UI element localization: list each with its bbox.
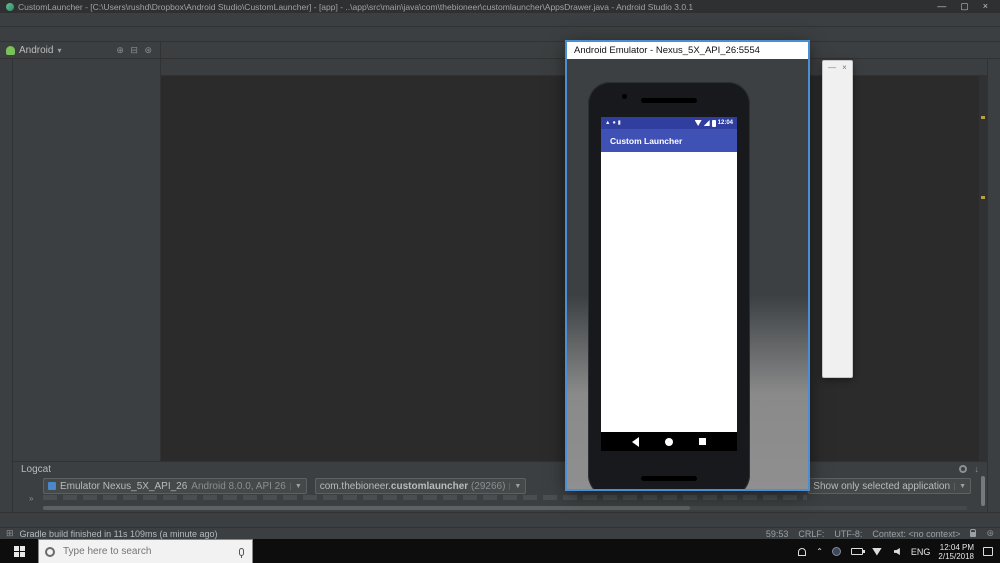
- phone-skin: ▲ ● ▮ 12:04 Custom Launcher: [588, 82, 750, 489]
- battery-icon[interactable]: [851, 548, 863, 555]
- phone-screen: ▲ ● ▮ 12:04 Custom Launcher: [601, 117, 737, 451]
- minimize-button[interactable]: —: [937, 1, 946, 12]
- system-tray: ⌃ ENG 12:04 PM2/15/2018: [796, 543, 1000, 561]
- wifi-icon[interactable]: [872, 548, 882, 556]
- phone-camera: [622, 94, 627, 99]
- taskbar-search[interactable]: [38, 539, 253, 563]
- process-name: customlauncher: [391, 481, 468, 492]
- log-fold-chevron-icon: »: [29, 494, 33, 503]
- device-dropdown[interactable]: Emulator Nexus_5X_API_26 Android 8.0.0, …: [43, 478, 307, 494]
- app-list: [601, 152, 737, 432]
- right-tool-strip: [987, 59, 1000, 512]
- overview-nav-icon[interactable]: [699, 438, 706, 445]
- logcat-export-icon[interactable]: ↓: [975, 464, 980, 474]
- project-view-selector[interactable]: Android ▾ ⊕ ⊟ ⊛: [0, 42, 161, 58]
- volume-icon[interactable]: [894, 548, 900, 555]
- start-button[interactable]: [0, 539, 38, 563]
- wifi-status-icon: [695, 120, 702, 126]
- tabs-row: Android ▾ ⊕ ⊟ ⊛: [0, 42, 1000, 59]
- file-encoding[interactable]: UTF-8:: [834, 529, 862, 539]
- caret-position[interactable]: 59:53: [766, 529, 789, 539]
- close-button[interactable]: ×: [983, 1, 988, 12]
- maximize-button[interactable]: ▢: [960, 1, 969, 12]
- device-info: Android 8.0.0, API 26: [191, 481, 286, 492]
- logcat-settings-gear-icon[interactable]: [959, 465, 967, 473]
- logcat-panel: Logcat ↓ Emulator Nexus_5X_API_26 Androi…: [13, 461, 987, 512]
- process-prefix: com.thebioneer.: [320, 481, 391, 492]
- device-icon: [48, 482, 56, 490]
- chevron-down-icon: ▼: [509, 483, 521, 490]
- emulator-side-toolbar: — ×: [822, 60, 853, 378]
- process-dropdown[interactable]: com.thebioneer.customlauncher (29266) ▼: [315, 478, 527, 494]
- vertical-scrollbar[interactable]: [981, 476, 985, 506]
- chevron-down-icon: ▼: [954, 483, 966, 490]
- windows-logo-icon: [14, 546, 25, 557]
- search-input[interactable]: [61, 545, 233, 558]
- home-nav-icon[interactable]: [665, 438, 673, 446]
- desktop: CustomLauncher - [C:\Users\rushd\Dropbox…: [0, 0, 1000, 563]
- project-tree-panel: [13, 59, 161, 461]
- android-studio-logo-icon: [6, 3, 14, 11]
- language-indicator[interactable]: ENG: [911, 547, 931, 557]
- ide-status-bar: ⊞ Gradle build finished in 11s 109ms (a …: [0, 527, 1000, 539]
- log-filter-dropdown[interactable]: Show only selected application ▼: [808, 478, 971, 494]
- microphone-icon[interactable]: [239, 548, 244, 556]
- emulator-toolbar-close[interactable]: ×: [842, 63, 847, 72]
- signal-status-icon: [704, 120, 710, 126]
- window-title: CustomLauncher - [C:\Users\rushd\Dropbox…: [18, 2, 929, 12]
- ide-titlebar: CustomLauncher - [C:\Users\rushd\Dropbox…: [0, 0, 1000, 13]
- android-status-bar: ▲ ● ▮ 12:04: [601, 117, 737, 129]
- horizontal-scrollbar[interactable]: [43, 506, 967, 510]
- battery-status-icon: [712, 120, 716, 127]
- chevron-down-icon: ▼: [290, 483, 302, 490]
- android-icon: [6, 46, 15, 55]
- emulator-title: Android Emulator - Nexus_5X_API_26:5554: [574, 45, 760, 56]
- app-bar-title: Custom Launcher: [610, 136, 682, 146]
- taskbar-clock[interactable]: 12:04 PM2/15/2018: [938, 543, 974, 561]
- emulator-toolbar-minimize[interactable]: —: [828, 63, 836, 72]
- logcat-title: Logcat: [21, 464, 51, 475]
- status-message: Gradle build finished in 11s 109ms (a mi…: [20, 529, 218, 539]
- process-pid: (29266): [471, 481, 505, 492]
- chevron-down-icon: ▾: [57, 46, 61, 55]
- tray-chevron-icon[interactable]: ⌃: [816, 547, 823, 556]
- cortana-icon: [45, 547, 55, 557]
- phone-speaker-bottom: [641, 476, 697, 481]
- filter-label: Show only selected application: [813, 481, 950, 492]
- emulator-body: ▲ ● ▮ 12:04 Custom Launcher: [567, 59, 808, 489]
- warning-icon: ▲: [605, 120, 610, 126]
- emulator-titlebar[interactable]: Android Emulator - Nexus_5X_API_26:5554: [567, 42, 808, 59]
- left-tool-strip: [0, 59, 13, 512]
- people-icon[interactable]: [798, 548, 806, 556]
- app-bar: Custom Launcher: [601, 129, 737, 152]
- line-separator[interactable]: CRLF:: [798, 529, 824, 539]
- project-panel-toolbar-icons[interactable]: ⊕ ⊟ ⊛: [116, 45, 154, 56]
- android-nav-bar: [601, 432, 737, 451]
- editor-error-stripe[interactable]: [979, 76, 987, 461]
- windows-taskbar: ⌃ ENG 12:04 PM2/15/2018: [0, 539, 1000, 563]
- steam-tray-icon[interactable]: [832, 547, 841, 556]
- device-name: Emulator Nexus_5X_API_26: [60, 481, 187, 492]
- context-indicator: Context: <no context>: [872, 529, 960, 539]
- tool-window-bar: [0, 512, 1000, 527]
- view-selector-label: Android: [19, 45, 53, 56]
- sdcard-icon: ▮: [618, 120, 621, 126]
- notification-dot-icon: ●: [612, 120, 615, 126]
- menu-bar: [0, 13, 1000, 27]
- navigation-bar: [0, 27, 1000, 42]
- back-nav-icon[interactable]: [632, 437, 639, 447]
- log-text-line: [43, 495, 807, 500]
- emulator-window: Android Emulator - Nexus_5X_API_26:5554 …: [567, 42, 808, 489]
- status-time: 12:04: [718, 120, 733, 126]
- gear-icon[interactable]: ⊛: [986, 528, 994, 539]
- action-center-icon[interactable]: [983, 547, 993, 556]
- phone-earpiece: [641, 98, 697, 103]
- lock-icon[interactable]: [970, 532, 976, 537]
- tool-window-toggle-icon[interactable]: ⊞: [6, 528, 14, 539]
